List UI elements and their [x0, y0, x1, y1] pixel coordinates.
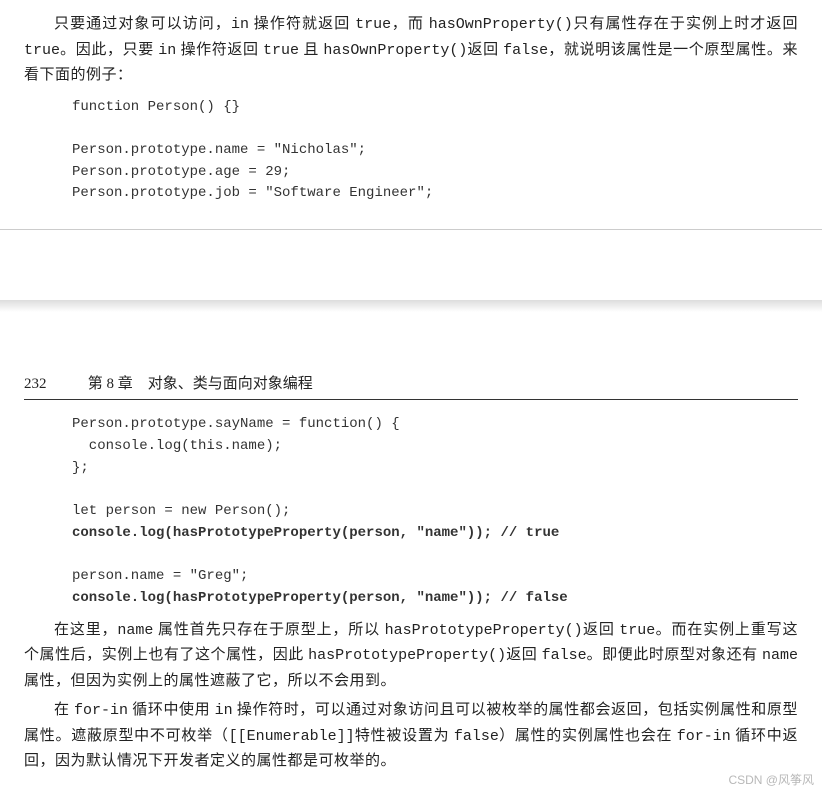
code-block-1: function Person() {} Person.prototype.na…	[72, 97, 798, 205]
page-top: 只要通过对象可以访问，in 操作符就返回 true，而 hasOwnProper…	[0, 0, 822, 229]
page-number: 232	[24, 372, 84, 398]
intro-paragraph: 只要通过对象可以访问，in 操作符就返回 true，而 hasOwnProper…	[24, 12, 798, 89]
chapter-title: 第 8 章 对象、类与面向对象编程	[88, 376, 313, 392]
code-block-2: Person.prototype.sayName = function() { …	[72, 414, 798, 609]
page-shadow	[0, 300, 822, 312]
watermark: CSDN @风筝风	[728, 770, 814, 790]
explain-paragraph-1: 在这里，name 属性首先只存在于原型上，所以 hasPrototypeProp…	[24, 618, 798, 695]
page-break	[0, 229, 822, 300]
page-header: 232 第 8 章 对象、类与面向对象编程	[24, 368, 798, 401]
explain-paragraph-2: 在 for-in 循环中使用 in 操作符时，可以通过对象访问且可以被枚举的属性…	[24, 698, 798, 775]
page-bottom: 232 第 8 章 对象、类与面向对象编程 Person.prototype.s…	[0, 312, 822, 795]
